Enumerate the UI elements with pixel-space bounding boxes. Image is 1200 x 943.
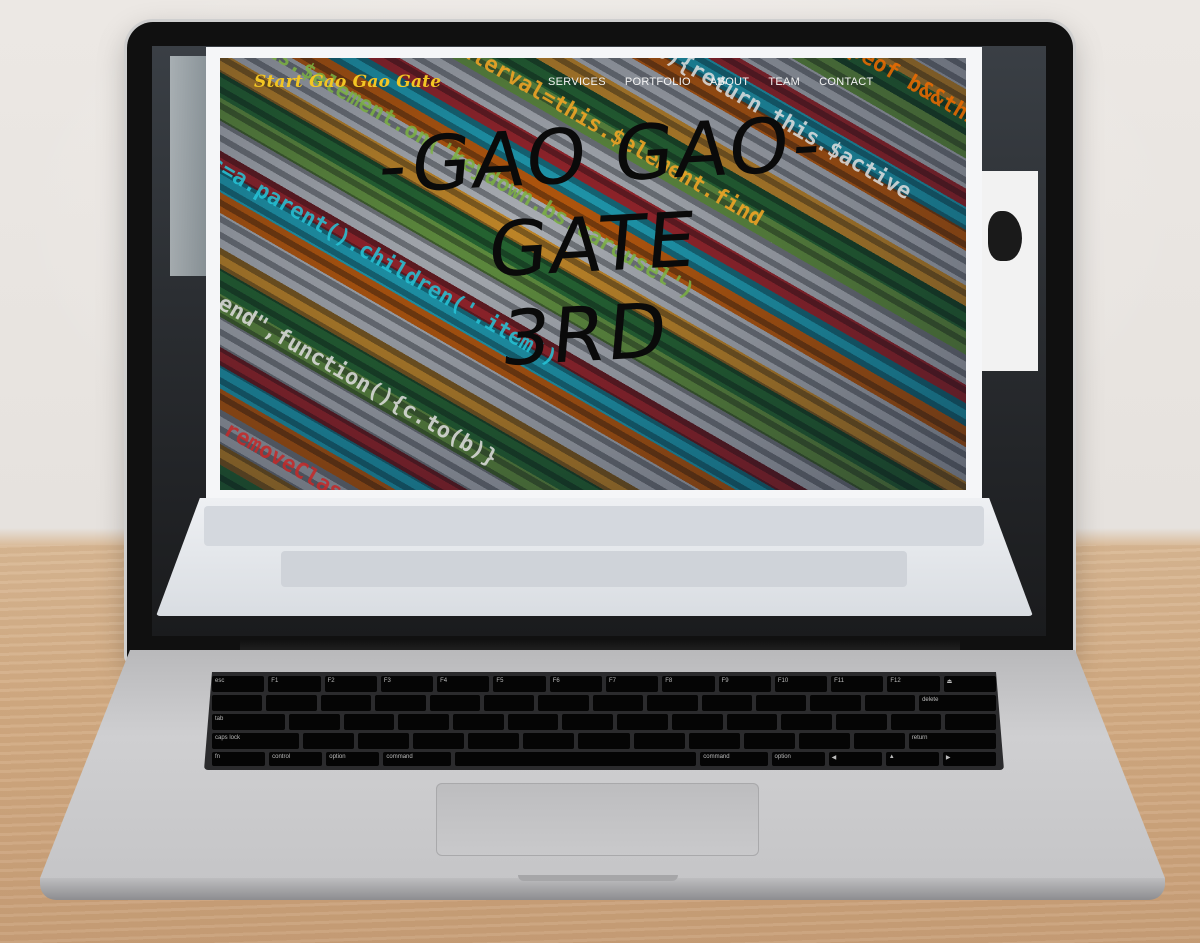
key[interactable]: [413, 733, 465, 749]
key[interactable]: [303, 733, 355, 749]
key[interactable]: esc: [212, 676, 265, 692]
key[interactable]: ⏏: [943, 676, 996, 692]
world-map-poster-reflection: [978, 171, 1038, 371]
site-navigation: SERVICES PORTFOLIO ABOUT TEAM CONTACT: [548, 76, 874, 88]
key[interactable]: [562, 714, 614, 730]
key-command[interactable]: command: [383, 752, 451, 766]
key[interactable]: F8: [662, 676, 715, 692]
mockup-trackpad: [281, 551, 907, 587]
key[interactable]: F2: [324, 676, 377, 692]
key-option[interactable]: option: [771, 752, 825, 766]
laptop-base-front-edge: [40, 878, 1165, 900]
key[interactable]: [864, 695, 916, 711]
key[interactable]: [578, 733, 630, 749]
key[interactable]: F6: [549, 676, 602, 692]
key[interactable]: [468, 733, 520, 749]
key[interactable]: F9: [718, 676, 771, 692]
key[interactable]: [743, 733, 795, 749]
key[interactable]: [890, 714, 942, 730]
nav-link-team[interactable]: TEAM: [768, 76, 800, 88]
key[interactable]: [429, 695, 480, 711]
key[interactable]: F10: [774, 676, 828, 692]
keyboard-home-row: caps lock return: [212, 733, 996, 749]
nav-link-portfolio[interactable]: PORTFOLIO: [625, 76, 691, 88]
key[interactable]: [755, 695, 807, 711]
key[interactable]: [453, 714, 504, 730]
key[interactable]: [688, 733, 740, 749]
keyboard-number-row: delete: [212, 695, 997, 711]
key[interactable]: F3: [380, 676, 434, 692]
key[interactable]: [945, 714, 996, 730]
key[interactable]: [523, 733, 575, 749]
key[interactable]: [212, 695, 263, 711]
key[interactable]: F4: [437, 676, 490, 692]
keyboard-top-row: tab: [212, 714, 996, 730]
key-return[interactable]: return: [908, 733, 996, 749]
laptop-lid-notch: [518, 875, 678, 881]
key[interactable]: [853, 733, 905, 749]
key-option[interactable]: option: [326, 752, 380, 766]
key[interactable]: F1: [268, 676, 321, 692]
key[interactable]: [320, 695, 372, 711]
key-arrow-right[interactable]: ▶: [942, 752, 997, 766]
key-tab[interactable]: tab: [212, 714, 286, 730]
keyboard-bottom-row: fn control option command command option…: [212, 752, 997, 766]
key[interactable]: [507, 714, 559, 730]
key[interactable]: [343, 714, 395, 730]
hero-heading: -GAO GAO- GATE 3RD: [206, 91, 980, 400]
key[interactable]: F5: [493, 676, 546, 692]
key[interactable]: [592, 695, 644, 711]
key[interactable]: [266, 695, 317, 711]
key[interactable]: [835, 714, 887, 730]
key-fn[interactable]: fn: [212, 752, 266, 766]
key-delete[interactable]: delete: [919, 695, 997, 711]
key[interactable]: [289, 714, 340, 730]
key[interactable]: F11: [831, 676, 884, 692]
keyboard-function-row: esc F1 F2 F3 F4 F5 F6 F7 F8 F9 F10 F11 F…: [212, 676, 996, 692]
key-space[interactable]: [454, 752, 697, 766]
key-control[interactable]: control: [269, 752, 323, 766]
key-command[interactable]: command: [700, 752, 768, 766]
key[interactable]: [617, 714, 668, 730]
nav-link-contact[interactable]: CONTACT: [819, 76, 873, 88]
key-arrow-left[interactable]: ◀: [828, 752, 882, 766]
key[interactable]: [798, 733, 850, 749]
key[interactable]: [701, 695, 752, 711]
key[interactable]: [633, 733, 685, 749]
key[interactable]: [647, 695, 698, 711]
key[interactable]: [483, 695, 535, 711]
site-brand-logo[interactable]: Start Gao Gao Gate: [254, 72, 441, 92]
key[interactable]: F12: [887, 676, 940, 692]
room-window-reflection: [170, 56, 210, 276]
key[interactable]: [358, 733, 410, 749]
key[interactable]: [781, 714, 832, 730]
key[interactable]: F7: [605, 676, 659, 692]
key-caps-lock[interactable]: caps lock: [212, 733, 300, 749]
nav-link-about[interactable]: ABOUT: [710, 76, 749, 88]
key-arrow-up[interactable]: ▲: [885, 752, 939, 766]
laptop-keyboard: esc F1 F2 F3 F4 F5 F6 F7 F8 F9 F10 F11 F…: [204, 672, 1004, 770]
key[interactable]: [538, 695, 589, 711]
key[interactable]: [398, 714, 450, 730]
key[interactable]: [375, 695, 426, 711]
laptop-trackpad[interactable]: [436, 783, 759, 856]
key[interactable]: [810, 695, 861, 711]
mockup-keyboard-area: [204, 506, 984, 546]
map-shape: [988, 211, 1022, 261]
key[interactable]: [726, 714, 778, 730]
nav-link-services[interactable]: SERVICES: [548, 76, 606, 88]
key[interactable]: [671, 714, 723, 730]
